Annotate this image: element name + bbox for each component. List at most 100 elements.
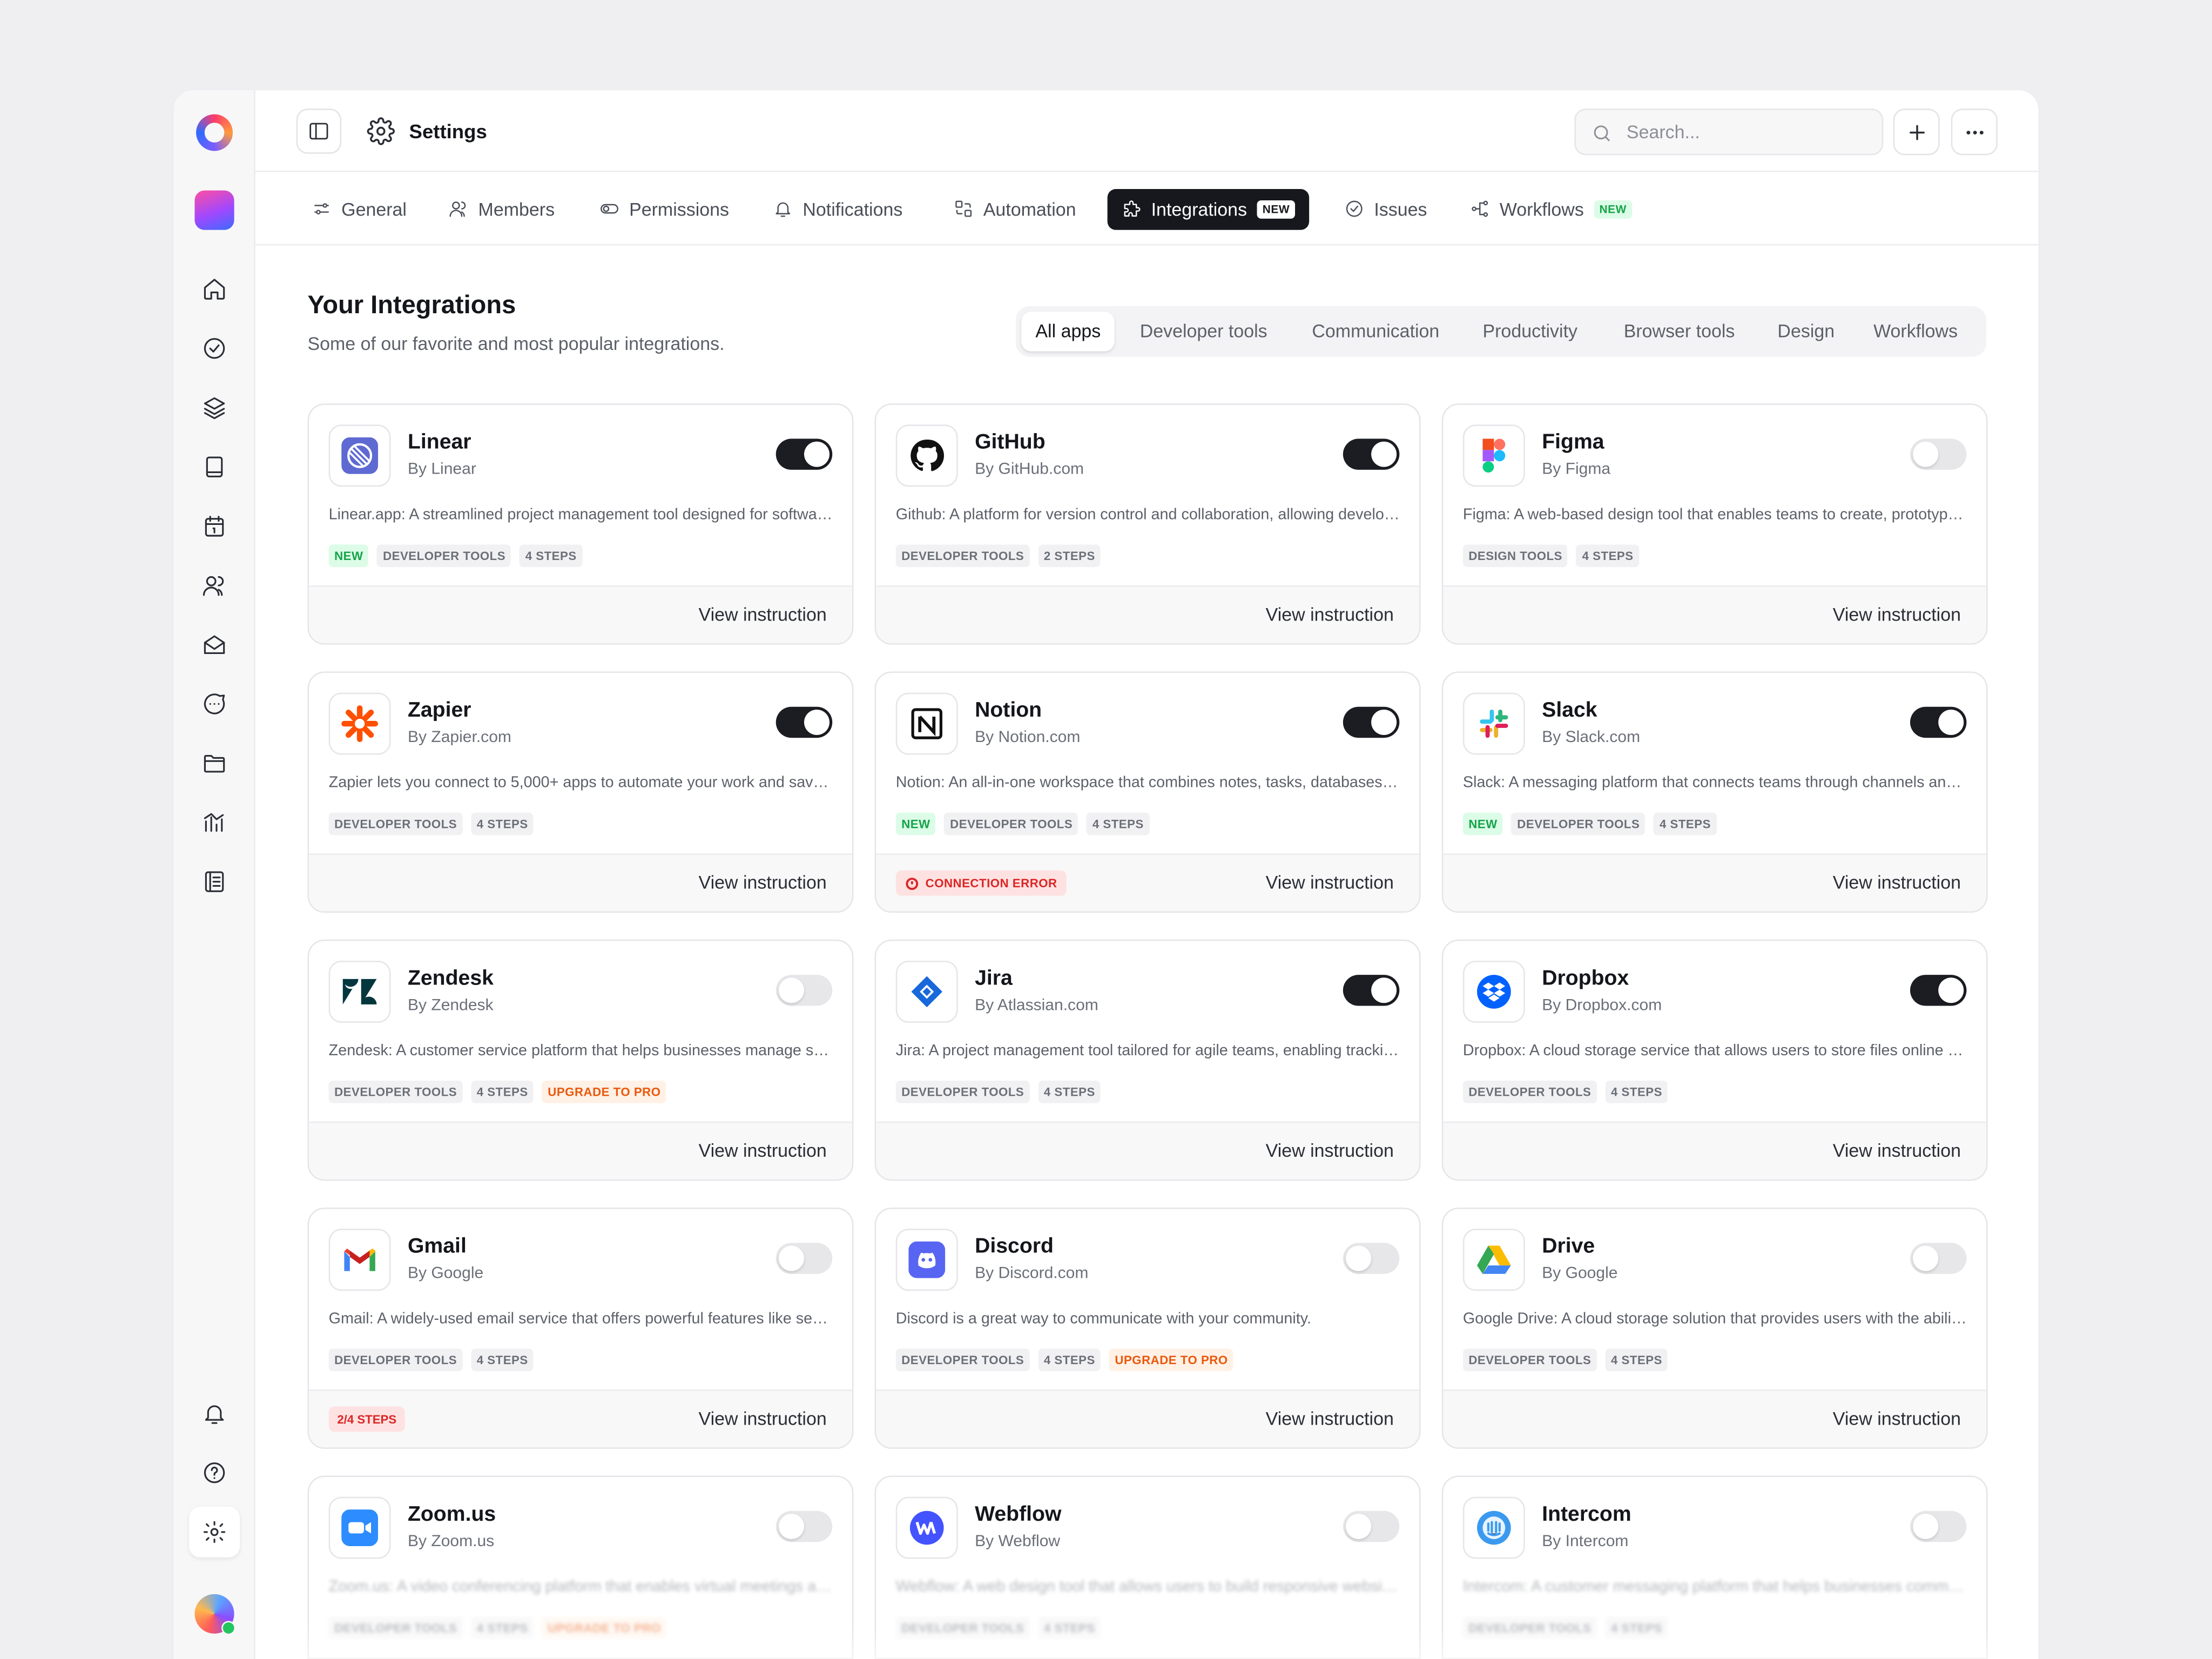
tab-label: Workflows xyxy=(1499,198,1584,220)
help-icon[interactable] xyxy=(198,1456,232,1490)
check-circle-icon[interactable] xyxy=(198,332,232,366)
integration-tags: NEW DEVELOPER TOOLS 4 STEPS xyxy=(328,544,583,568)
view-instruction-button[interactable]: View instruction xyxy=(699,872,827,893)
integration-description: Linear.app: A streamlined project manage… xyxy=(328,506,834,524)
tab-members[interactable]: Members xyxy=(435,189,569,228)
book-icon[interactable] xyxy=(198,450,232,484)
integration-card-dropbox[interactable]: Dropbox By Dropbox.com Dropbox: A cloud … xyxy=(1441,939,1988,1181)
integration-card-zapier[interactable]: Zapier By Zapier.com Zapier lets you con… xyxy=(307,671,854,913)
view-instruction-button[interactable]: View instruction xyxy=(1833,1408,1961,1429)
document-icon[interactable] xyxy=(198,865,232,899)
user-avatar[interactable] xyxy=(194,1594,236,1635)
tab-general[interactable]: General xyxy=(298,189,421,228)
tab-integrations[interactable]: Integrations NEW xyxy=(1107,189,1310,230)
card-footer: View instruction xyxy=(876,1121,1419,1179)
integration-description: Discord is a great way to communicate wi… xyxy=(895,1310,1312,1328)
category-tag: 4 STEPS xyxy=(1087,812,1150,835)
filter-communication[interactable]: Communication xyxy=(1298,312,1453,351)
app-logo[interactable] xyxy=(196,114,233,151)
inbox-icon[interactable] xyxy=(198,628,232,662)
new-badge: NEW xyxy=(1257,200,1296,219)
gmail-toggle[interactable] xyxy=(775,1243,833,1274)
tab-notifications[interactable]: Notifications xyxy=(759,189,916,228)
settings-gear-icon xyxy=(367,117,395,145)
view-instruction-button[interactable]: View instruction xyxy=(699,1408,827,1429)
discord-toggle[interactable] xyxy=(1343,1243,1400,1274)
view-instruction-button[interactable]: View instruction xyxy=(1266,1140,1394,1161)
bell-icon[interactable] xyxy=(198,1397,232,1431)
integration-name: Gmail xyxy=(407,1234,467,1259)
zapier-toggle[interactable] xyxy=(775,706,833,738)
calendar-icon[interactable] xyxy=(198,509,232,543)
drive-toggle[interactable] xyxy=(1910,1243,1967,1274)
zoom-us-toggle[interactable] xyxy=(775,1510,833,1542)
category-tag: 4 STEPS xyxy=(1605,1348,1668,1372)
toggle-icon xyxy=(601,204,618,214)
filter-developer-tools[interactable]: Developer tools xyxy=(1126,312,1282,351)
search-box[interactable] xyxy=(1574,109,1884,156)
integration-provider: By Figma xyxy=(1542,461,1611,478)
intercom-toggle[interactable] xyxy=(1910,1510,1967,1542)
view-instruction-button[interactable]: View instruction xyxy=(1266,1408,1394,1429)
view-instruction-button[interactable]: View instruction xyxy=(1833,872,1961,893)
search-input[interactable] xyxy=(1626,110,1874,154)
tab-permissions[interactable]: Permissions xyxy=(585,189,743,228)
integration-tags: DEVELOPER TOOLS 2 STEPS xyxy=(895,544,1101,568)
layers-icon[interactable] xyxy=(198,391,232,425)
integration-card-figma[interactable]: Figma By Figma Figma: A web-based design… xyxy=(1441,403,1988,645)
integration-card-linear[interactable]: Linear By Linear Linear.app: A streamlin… xyxy=(307,403,854,645)
linear-toggle[interactable] xyxy=(775,439,833,470)
tab-issues[interactable]: Issues xyxy=(1330,189,1441,228)
integration-card-github[interactable]: GitHub By GitHub.com Github: A platform … xyxy=(874,403,1421,645)
dropbox-toggle[interactable] xyxy=(1910,975,1967,1006)
github-toggle[interactable] xyxy=(1343,439,1400,470)
filter-design[interactable]: Design xyxy=(1763,312,1849,351)
slack-toggle[interactable] xyxy=(1910,706,1967,738)
users-icon[interactable] xyxy=(198,569,232,603)
home-icon[interactable] xyxy=(198,272,232,306)
notion-toggle[interactable] xyxy=(1343,706,1400,738)
webflow-toggle[interactable] xyxy=(1343,1510,1400,1542)
more-button[interactable] xyxy=(1951,109,1998,156)
sliders-icon xyxy=(314,203,329,214)
jira-toggle[interactable] xyxy=(1343,975,1400,1006)
view-instruction-button[interactable]: View instruction xyxy=(699,604,827,625)
view-instruction-button[interactable]: View instruction xyxy=(1833,1140,1961,1161)
integration-provider: By GitHub.com xyxy=(975,461,1084,478)
integration-card-slack[interactable]: Slack By Slack.com Slack: A messaging pl… xyxy=(1441,671,1988,913)
integration-card-notion[interactable]: Notion By Notion.com Notion: An all-in-o… xyxy=(874,671,1421,913)
add-button[interactable] xyxy=(1893,109,1940,156)
gear-icon[interactable] xyxy=(189,1506,240,1557)
zendesk-toggle[interactable] xyxy=(775,975,833,1006)
integration-name: Intercom xyxy=(1542,1502,1631,1527)
upgrade-tag[interactable]: UPGRADE TO PRO xyxy=(542,1080,667,1103)
integration-name: Zapier xyxy=(407,698,471,723)
integration-card-jira[interactable]: Jira By Atlassian.com Jira: A project ma… xyxy=(874,939,1421,1181)
chart-icon[interactable] xyxy=(198,806,232,840)
view-instruction-button[interactable]: View instruction xyxy=(1833,604,1961,625)
filter-browser-tools[interactable]: Browser tools xyxy=(1610,312,1749,351)
chat-icon[interactable] xyxy=(198,687,232,721)
settings-tabs: General Members Permissions Notification… xyxy=(255,172,2039,246)
tab-automation[interactable]: Automation xyxy=(940,189,1090,228)
figma-toggle[interactable] xyxy=(1910,439,1967,470)
integration-card-zendesk[interactable]: Zendesk By Zendesk Zendesk: A customer s… xyxy=(307,939,854,1181)
workspace-avatar[interactable] xyxy=(194,190,234,230)
section-subtitle: Some of our favorite and most popular in… xyxy=(307,333,725,354)
filter-productivity[interactable]: Productivity xyxy=(1468,312,1591,351)
view-instruction-button[interactable]: View instruction xyxy=(1266,604,1394,625)
category-filter: All apps Developer tools Communication P… xyxy=(1015,306,1987,357)
folder-icon[interactable] xyxy=(198,746,232,780)
tab-workflows[interactable]: Workflows NEW xyxy=(1456,189,1647,228)
integration-card-drive[interactable]: Drive By Google Google Drive: A cloud st… xyxy=(1441,1208,1988,1449)
integration-card-discord[interactable]: Discord By Discord.com Discord is a grea… xyxy=(874,1208,1421,1449)
filter-workflows[interactable]: Workflows xyxy=(1859,312,1972,351)
integration-name: Notion xyxy=(975,698,1042,723)
view-instruction-button[interactable]: View instruction xyxy=(699,1140,827,1161)
integration-card-gmail[interactable]: Gmail By Google Gmail: A widely-used ema… xyxy=(307,1208,854,1449)
sidebar-toggle-button[interactable] xyxy=(296,109,342,154)
integration-provider: By Google xyxy=(1542,1265,1618,1283)
view-instruction-button[interactable]: View instruction xyxy=(1266,872,1394,893)
upgrade-tag[interactable]: UPGRADE TO PRO xyxy=(1109,1348,1234,1372)
filter-all-apps[interactable]: All apps xyxy=(1021,312,1115,352)
